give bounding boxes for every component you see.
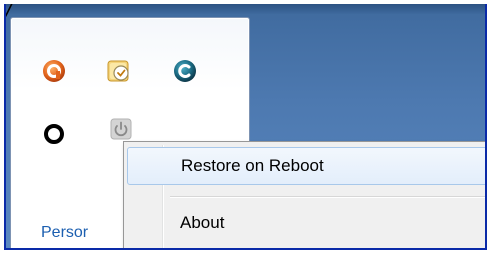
orange-ring-app-icon[interactable] xyxy=(41,58,67,84)
power-icon[interactable] xyxy=(108,116,134,142)
context-menu: Restore on Reboot About xyxy=(123,141,485,248)
screenshot-frame: / Persor Restore on Reboot About xyxy=(4,4,487,250)
clock-note-icon[interactable] xyxy=(106,58,132,84)
teal-c-app-icon[interactable] xyxy=(172,58,198,84)
cropped-glyph: / xyxy=(6,4,13,20)
menu-item-label: About xyxy=(180,213,225,232)
black-ring-icon[interactable] xyxy=(41,121,67,147)
menu-separator xyxy=(170,196,485,198)
menu-item-label: Restore on Reboot xyxy=(181,156,324,175)
menu-item-about[interactable]: About xyxy=(127,204,485,242)
personalize-link[interactable]: Persor xyxy=(41,224,88,242)
menu-item-restore-on-reboot[interactable]: Restore on Reboot xyxy=(127,147,485,185)
desktop-top-strip xyxy=(6,4,485,14)
